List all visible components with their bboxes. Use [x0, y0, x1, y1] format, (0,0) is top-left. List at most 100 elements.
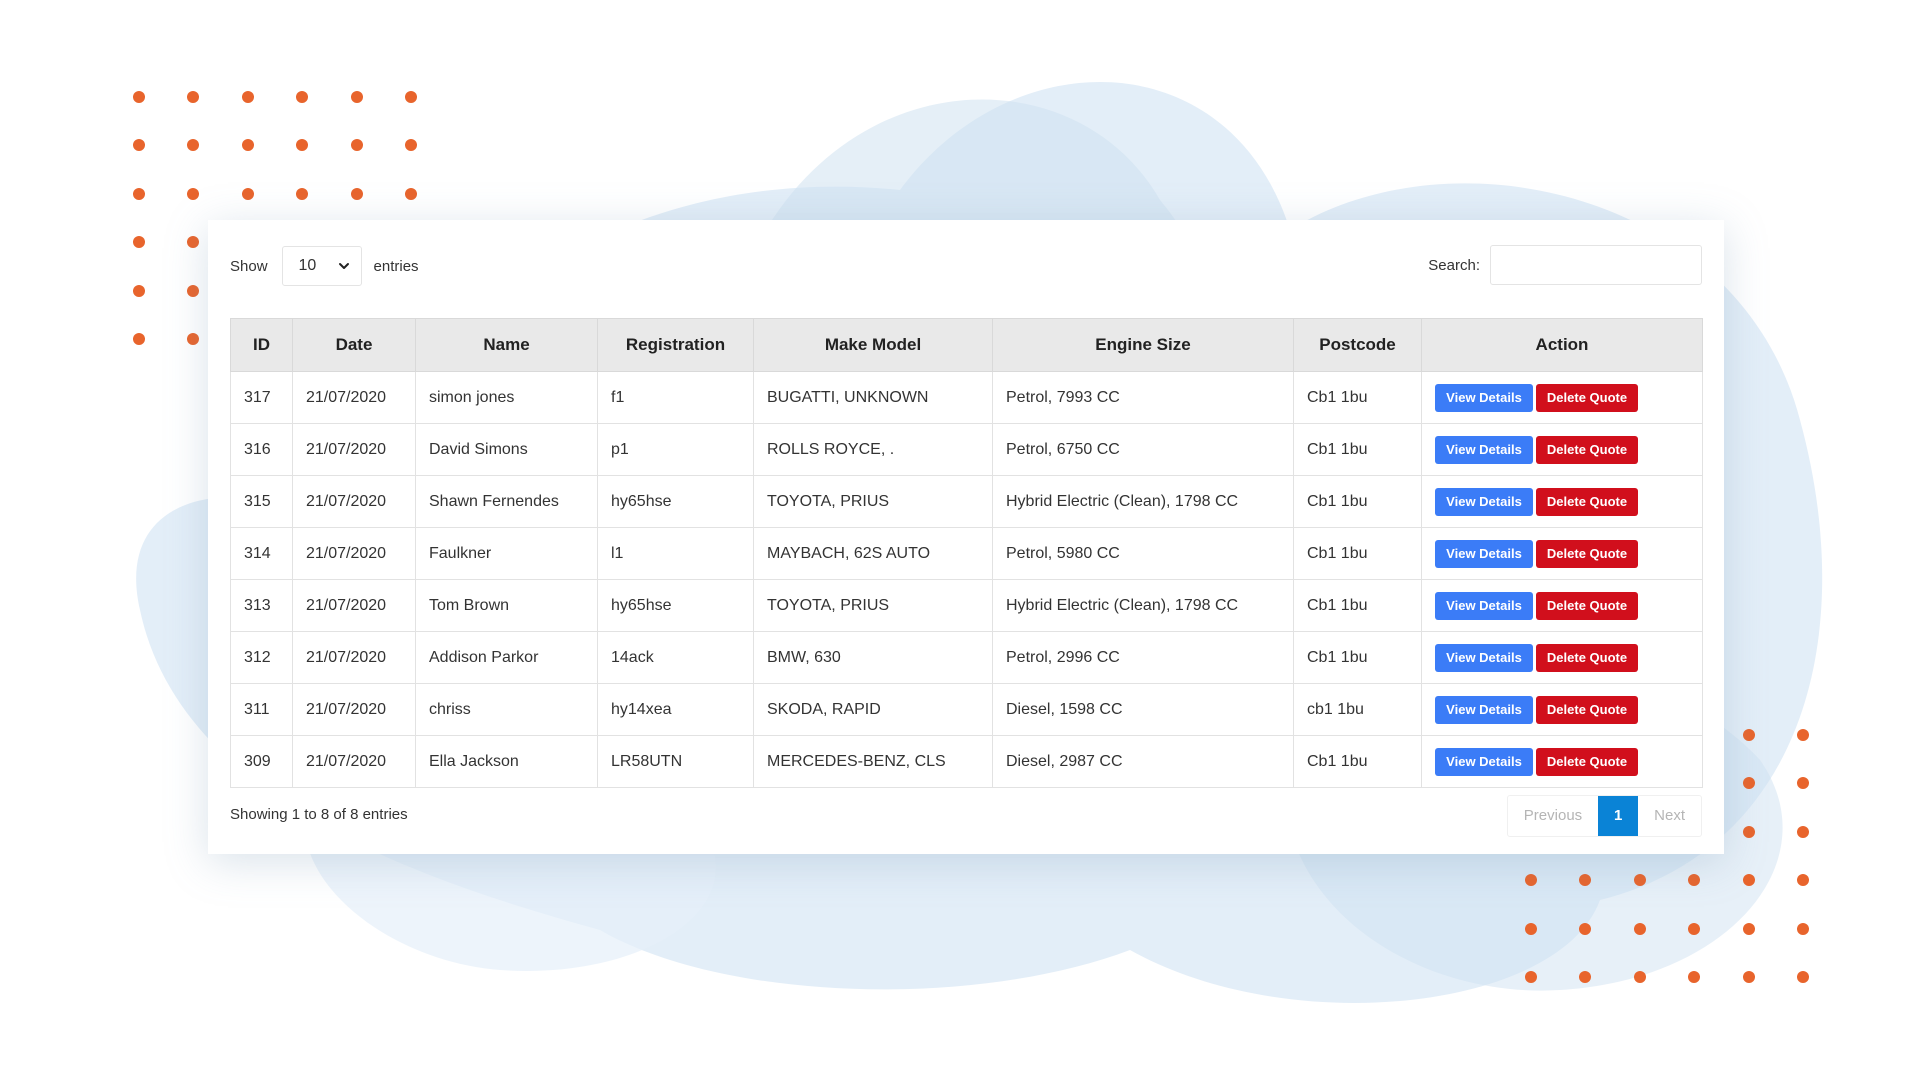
quotes-table: ID Date Name Registration Make Model Eng… — [230, 318, 1703, 788]
cell-name: chriss — [415, 683, 598, 736]
decor-dot — [405, 139, 417, 151]
decor-dot — [405, 91, 417, 103]
view-details-button[interactable]: View Details — [1435, 591, 1533, 620]
cell-name: Faulkner — [415, 527, 598, 580]
cell-engine-size: Hybrid Electric (Clean), 1798 CC — [992, 579, 1294, 632]
cell-make-model: BMW, 630 — [753, 631, 993, 684]
cell-name: David Simons — [415, 423, 598, 476]
decor-dot — [1797, 826, 1809, 838]
column-header-date[interactable]: Date — [292, 318, 416, 372]
entries-label: entries — [373, 257, 419, 275]
decor-dot — [1743, 874, 1755, 886]
view-details-button[interactable]: View Details — [1435, 539, 1533, 568]
pagination: Previous 1 Next — [1506, 795, 1702, 837]
cell-registration: hy65hse — [597, 579, 754, 632]
cell-id: 316 — [230, 423, 293, 476]
page-length-value: 10 — [298, 257, 317, 274]
column-header-id[interactable]: ID — [230, 318, 293, 372]
cell-make-model: SKODA, RAPID — [753, 683, 993, 736]
cell-date: 21/07/2020 — [292, 735, 416, 788]
cell-registration: l1 — [597, 527, 754, 580]
cell-action: View Details Delete Quote — [1421, 475, 1703, 528]
view-details-button[interactable]: View Details — [1435, 643, 1533, 672]
cell-postcode: cb1 1bu — [1293, 683, 1422, 736]
decor-dot — [187, 139, 199, 151]
previous-page-button[interactable]: Previous — [1508, 796, 1598, 836]
decor-dot — [133, 139, 145, 151]
decor-dot — [296, 91, 308, 103]
decor-dot — [133, 91, 145, 103]
decor-dot — [1743, 971, 1755, 983]
decor-dot — [1525, 874, 1537, 886]
search-control: Search: — [1428, 244, 1702, 286]
view-details-button[interactable]: View Details — [1435, 435, 1533, 464]
decor-dot — [187, 91, 199, 103]
column-header-name[interactable]: Name — [415, 318, 598, 372]
cell-action: View Details Delete Quote — [1421, 579, 1703, 632]
cell-action: View Details Delete Quote — [1421, 683, 1703, 736]
cell-postcode: Cb1 1bu — [1293, 527, 1422, 580]
cell-make-model: TOYOTA, PRIUS — [753, 475, 993, 528]
decor-dot — [187, 236, 199, 248]
delete-quote-button[interactable]: Delete Quote — [1536, 695, 1638, 724]
decor-dot — [1797, 729, 1809, 741]
cell-engine-size: Petrol, 6750 CC — [992, 423, 1294, 476]
cell-name: Addison Parkor — [415, 631, 598, 684]
table-row: 312 21/07/2020 Addison Parkor 14ack BMW,… — [230, 631, 1703, 684]
cell-registration: f1 — [597, 371, 754, 424]
cell-date: 21/07/2020 — [292, 423, 416, 476]
search-input[interactable] — [1490, 245, 1702, 285]
column-header-action: Action — [1421, 318, 1703, 372]
delete-quote-button[interactable]: Delete Quote — [1536, 383, 1638, 412]
cell-registration: hy14xea — [597, 683, 754, 736]
cell-date: 21/07/2020 — [292, 579, 416, 632]
decor-dot — [242, 91, 254, 103]
cell-make-model: MERCEDES-BENZ, CLS — [753, 735, 993, 788]
view-details-button[interactable]: View Details — [1435, 747, 1533, 776]
table-header-row: ID Date Name Registration Make Model Eng… — [230, 318, 1703, 372]
show-label: Show — [230, 257, 268, 275]
delete-quote-button[interactable]: Delete Quote — [1536, 591, 1638, 620]
cell-id: 313 — [230, 579, 293, 632]
decor-dot — [1688, 874, 1700, 886]
next-page-button[interactable]: Next — [1638, 796, 1701, 836]
view-details-button[interactable]: View Details — [1435, 383, 1533, 412]
delete-quote-button[interactable]: Delete Quote — [1536, 539, 1638, 568]
decor-dot — [1634, 874, 1646, 886]
decor-dot — [296, 188, 308, 200]
search-label: Search: — [1428, 256, 1480, 274]
delete-quote-button[interactable]: Delete Quote — [1536, 487, 1638, 516]
view-details-button[interactable]: View Details — [1435, 695, 1533, 724]
cell-postcode: Cb1 1bu — [1293, 423, 1422, 476]
cell-postcode: Cb1 1bu — [1293, 579, 1422, 632]
column-header-postcode[interactable]: Postcode — [1293, 318, 1422, 372]
decor-dot — [1579, 874, 1591, 886]
decor-dot — [1688, 971, 1700, 983]
column-header-registration[interactable]: Registration — [597, 318, 754, 372]
decor-dot — [1634, 923, 1646, 935]
decor-dot — [242, 139, 254, 151]
delete-quote-button[interactable]: Delete Quote — [1536, 643, 1638, 672]
cell-date: 21/07/2020 — [292, 527, 416, 580]
cell-action: View Details Delete Quote — [1421, 631, 1703, 684]
cell-engine-size: Diesel, 1598 CC — [992, 683, 1294, 736]
decor-dot — [1797, 777, 1809, 789]
page-length-select[interactable]: 10 — [281, 246, 362, 286]
table-row: 317 21/07/2020 simon jones f1 BUGATTI, U… — [230, 371, 1703, 424]
cell-engine-size: Diesel, 2987 CC — [992, 735, 1294, 788]
cell-registration: 14ack — [597, 631, 754, 684]
cell-action: View Details Delete Quote — [1421, 527, 1703, 580]
cell-engine-size: Petrol, 7993 CC — [992, 371, 1294, 424]
page-button-current[interactable]: 1 — [1598, 796, 1639, 836]
quotes-table-card: Show 10 entries Search: ID Date Name Reg… — [208, 220, 1724, 854]
table-info: Showing 1 to 8 of 8 entries — [230, 806, 408, 823]
table-row: 315 21/07/2020 Shawn Fernendes hy65hse T… — [230, 475, 1703, 528]
decor-dot — [187, 333, 199, 345]
delete-quote-button[interactable]: Delete Quote — [1536, 435, 1638, 464]
decor-dot — [351, 91, 363, 103]
column-header-make-model[interactable]: Make Model — [753, 318, 993, 372]
view-details-button[interactable]: View Details — [1435, 487, 1533, 516]
delete-quote-button[interactable]: Delete Quote — [1536, 747, 1638, 776]
column-header-engine-size[interactable]: Engine Size — [992, 318, 1294, 372]
table-row: 314 21/07/2020 Faulkner l1 MAYBACH, 62S … — [230, 527, 1703, 580]
